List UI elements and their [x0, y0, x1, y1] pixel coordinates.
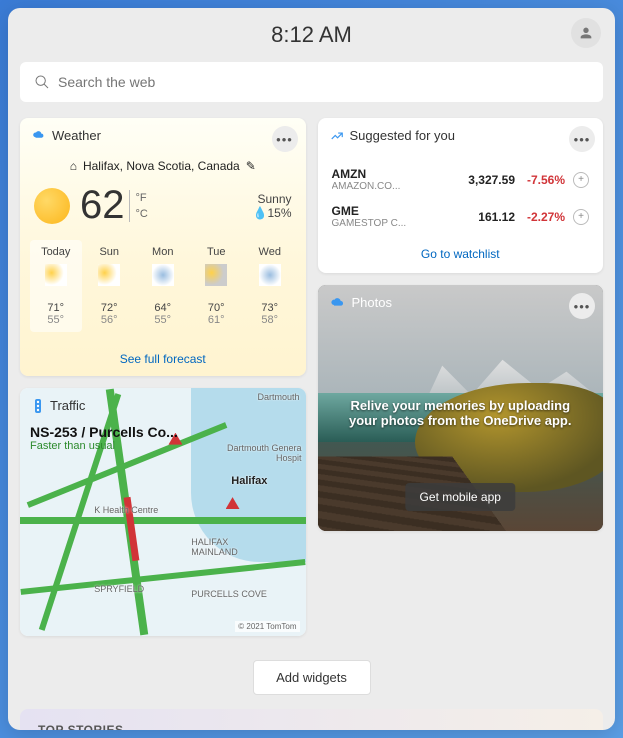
traffic-card[interactable]: Traffic Halifax Dartmouth HALIFAX MAINLA…	[20, 388, 306, 636]
forecast-day[interactable]: Tue70°61°	[191, 240, 243, 332]
forecast-day[interactable]: Today71°55°	[30, 240, 82, 332]
humidity: 💧15%	[253, 206, 292, 220]
weather-title: Weather	[52, 128, 101, 143]
weather-location[interactable]: ⌂ Halifax, Nova Scotia, Canada ✎	[20, 153, 306, 183]
map-label: Dartmouth Genera Hospit	[227, 443, 302, 463]
photos-more-button[interactable]: •••	[569, 293, 595, 319]
search-input[interactable]	[58, 74, 589, 90]
map-label: K Health Centre	[94, 505, 158, 515]
top-stories-heading[interactable]: TOP STORIES	[20, 709, 603, 730]
photos-text: Relive your memories by uploading your p…	[318, 398, 604, 428]
stocks-more-button[interactable]: •••	[569, 126, 595, 152]
photos-card[interactable]: Photos ••• Relive your memories by uploa…	[318, 285, 604, 531]
forecast-day[interactable]: Mon64°55°	[137, 240, 189, 332]
add-widgets-button[interactable]: Add widgets	[253, 660, 371, 695]
forecast-day[interactable]: Sun72°56°	[84, 240, 136, 332]
map-label: Dartmouth	[257, 392, 299, 402]
map-label: Halifax	[231, 475, 267, 487]
onedrive-icon	[330, 295, 346, 310]
traffic-title: Traffic	[50, 398, 85, 413]
person-icon	[578, 25, 594, 41]
weather-card[interactable]: Weather ••• ⌂ Halifax, Nova Scotia, Cana…	[20, 118, 306, 376]
forecast-day[interactable]: Wed73°58°	[244, 240, 296, 332]
current-temp: 62	[80, 183, 125, 228]
get-mobile-app-button[interactable]: Get mobile app	[406, 483, 515, 511]
chart-icon	[330, 129, 344, 143]
home-icon: ⌂	[70, 159, 77, 173]
weather-more-button[interactable]: •••	[272, 126, 298, 152]
stocks-card[interactable]: Suggested for you ••• AMZNAMAZON.CO... 3…	[318, 118, 604, 273]
map-label: HALIFAX MAINLAND	[191, 537, 238, 557]
clock: 8:12 AM	[271, 22, 352, 48]
search-bar[interactable]	[20, 62, 603, 102]
map-copyright: © 2021 TomTom	[235, 621, 299, 632]
photos-title: Photos	[352, 295, 392, 310]
stock-row[interactable]: GMEGAMESTOP C... 161.12 -2.27% +	[318, 198, 604, 235]
profile-button[interactable]	[571, 18, 601, 48]
search-icon	[34, 74, 50, 90]
edit-icon[interactable]: ✎	[246, 159, 256, 173]
stocks-title: Suggested for you	[350, 128, 456, 143]
unit-f[interactable]: °F	[136, 192, 148, 204]
weather-icon	[32, 129, 46, 143]
traffic-route: NS-253 / Purcells Co...	[30, 424, 178, 440]
go-to-watchlist-link[interactable]: Go to watchlist	[318, 235, 604, 273]
current-weather-icon	[34, 188, 70, 224]
traffic-status: Faster than usual	[30, 440, 178, 452]
follow-button[interactable]: +	[573, 209, 589, 225]
follow-button[interactable]: +	[573, 172, 589, 188]
stock-row[interactable]: AMZNAMAZON.CO... 3,327.59 -7.56% +	[318, 161, 604, 198]
condition: Sunny	[253, 192, 292, 206]
see-full-forecast-link[interactable]: See full forecast	[20, 342, 306, 376]
forecast-row: Today71°55° Sun72°56° Mon64°55° Tue70°61…	[20, 240, 306, 342]
map-label: PURCELLS COVE	[191, 589, 267, 599]
traffic-icon	[32, 399, 44, 413]
unit-c[interactable]: °C	[136, 208, 148, 220]
map-label: SPRYFIELD	[94, 584, 144, 594]
